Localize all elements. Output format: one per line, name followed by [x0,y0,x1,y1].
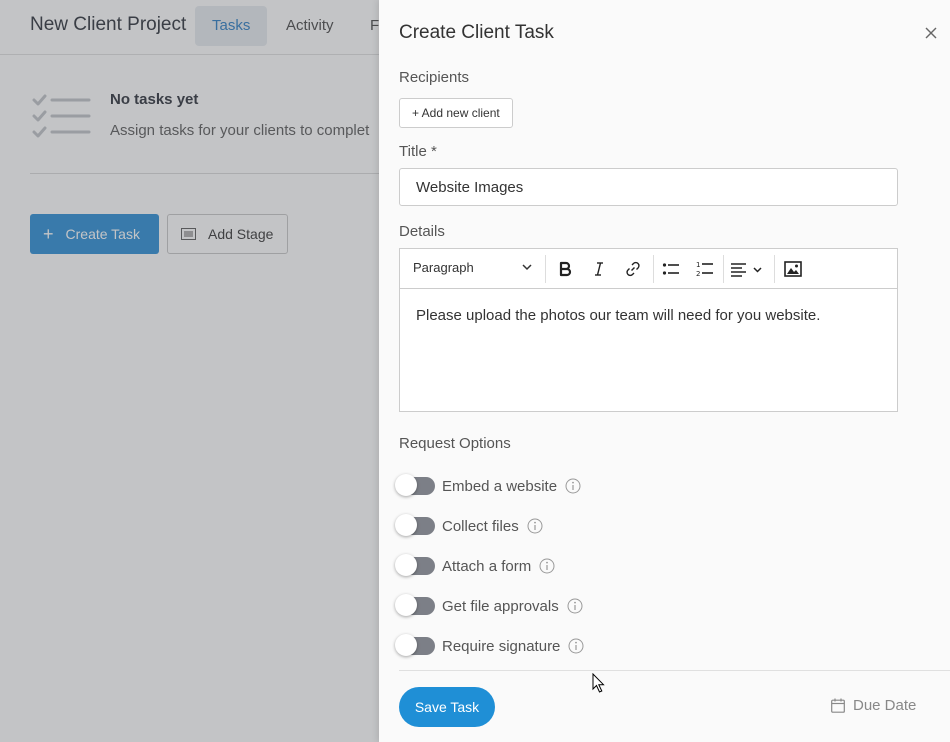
due-date-button[interactable]: Due Date [831,697,916,714]
svg-text:1: 1 [696,261,700,269]
block-format-select[interactable]: Paragraph [413,260,474,275]
toggle-switch[interactable] [395,594,435,616]
toggle-knob [395,554,417,576]
option-label: Get file approvals [442,597,559,615]
bold-icon[interactable] [555,259,575,279]
add-client-button[interactable]: + Add new client [399,98,513,128]
title-input[interactable]: Website Images [399,168,898,206]
info-icon[interactable] [539,558,555,574]
toggle-switch[interactable] [395,554,435,576]
save-task-button[interactable]: Save Task [399,687,495,727]
toggle-switch[interactable] [395,474,435,496]
toggle-switch[interactable] [395,514,435,536]
toggle-knob [395,514,417,536]
option-attach-form[interactable]: Attach a form [395,554,555,578]
calendar-icon [831,698,845,713]
link-icon[interactable] [623,259,643,279]
toolbar-separator [723,255,724,283]
option-collect-files[interactable]: Collect files [395,514,543,538]
details-label: Details [399,223,445,240]
toggle-switch[interactable] [395,634,435,656]
option-label: Require signature [442,637,561,655]
title-label: Title * [399,143,437,160]
option-embed-website[interactable]: Embed a website [395,474,581,498]
info-icon[interactable] [565,478,581,494]
toggle-knob [395,634,417,656]
chevron-down-icon[interactable] [522,263,532,271]
toolbar-separator [545,255,546,283]
toolbar-separator [774,255,775,283]
footer-divider [399,670,950,671]
info-icon[interactable] [567,598,583,614]
request-options-label: Request Options [399,435,511,452]
editor-toolbar: Paragraph 1 2 [400,249,897,289]
svg-text:2: 2 [696,270,700,278]
bullet-list-icon[interactable] [661,259,681,279]
toggle-knob [395,474,417,496]
due-date-label: Due Date [853,697,917,714]
info-icon[interactable] [568,638,584,654]
numbered-list-icon[interactable]: 1 2 [695,259,715,279]
option-label: Attach a form [442,557,532,575]
details-editor[interactable]: Paragraph 1 2 Please upload the photos o… [399,248,898,412]
align-icon[interactable] [730,259,766,279]
option-label: Collect files [442,517,519,535]
toggle-knob [395,594,417,616]
option-require-signature[interactable]: Require signature [395,634,584,658]
editor-content[interactable]: Please upload the photos our team will n… [416,307,820,324]
option-file-approvals[interactable]: Get file approvals [395,594,583,618]
mouse-cursor-icon [592,673,605,693]
image-icon[interactable] [783,259,803,279]
italic-icon[interactable] [589,259,609,279]
close-icon[interactable] [923,25,939,41]
toolbar-separator [653,255,654,283]
panel-title: Create Client Task [399,22,554,43]
create-task-panel: Create Client Task Recipients + Add new … [379,0,950,742]
info-icon[interactable] [527,518,543,534]
option-label: Embed a website [442,477,558,495]
recipients-label: Recipients [399,69,470,86]
